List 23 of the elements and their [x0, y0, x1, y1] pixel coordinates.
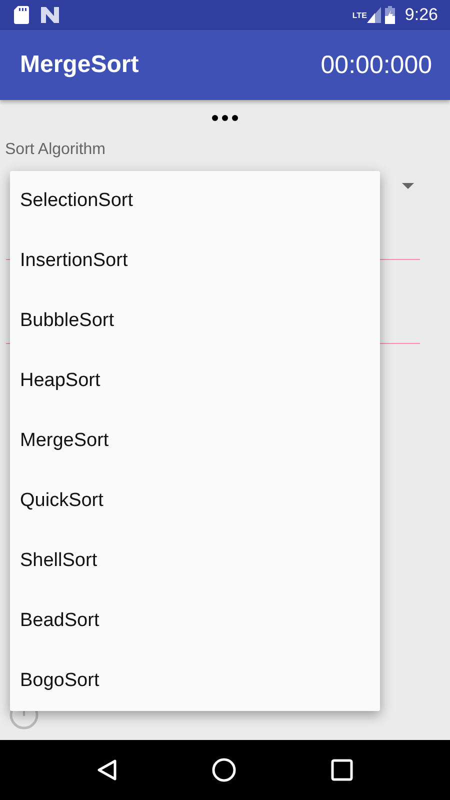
home-icon[interactable] [212, 758, 236, 782]
dropdown-option[interactable]: BeadSort [10, 591, 380, 651]
timer-text: 00:00:000 [320, 50, 432, 80]
dropdown-option[interactable]: BubbleSort [10, 291, 380, 351]
field-label: Sort Algorithm [4, 140, 106, 160]
clock-time: 9:26 [404, 5, 438, 25]
dropdown-option[interactable]: ShellSort [10, 531, 380, 591]
back-icon[interactable] [97, 759, 118, 781]
dropdown-option[interactable]: QuickSort [10, 471, 380, 531]
dropdown-option[interactable]: MergeSort [10, 411, 380, 471]
n-logo-icon [41, 7, 59, 23]
sd-card-icon [14, 6, 29, 24]
battery-icon [384, 6, 395, 24]
signal-icon [366, 7, 381, 23]
network-label: LTE [352, 11, 367, 20]
recents-icon[interactable] [330, 759, 353, 781]
dropdown-option[interactable]: BogoSort [10, 651, 380, 711]
dropdown-arrow-icon[interactable] [402, 183, 414, 189]
dropdown-option[interactable]: SelectionSort [10, 171, 380, 231]
app-title: MergeSort [20, 51, 139, 79]
more-icon[interactable] [212, 115, 238, 121]
dropdown-option[interactable]: HeapSort [10, 351, 380, 411]
dropdown-option[interactable]: InsertionSort [10, 231, 380, 291]
